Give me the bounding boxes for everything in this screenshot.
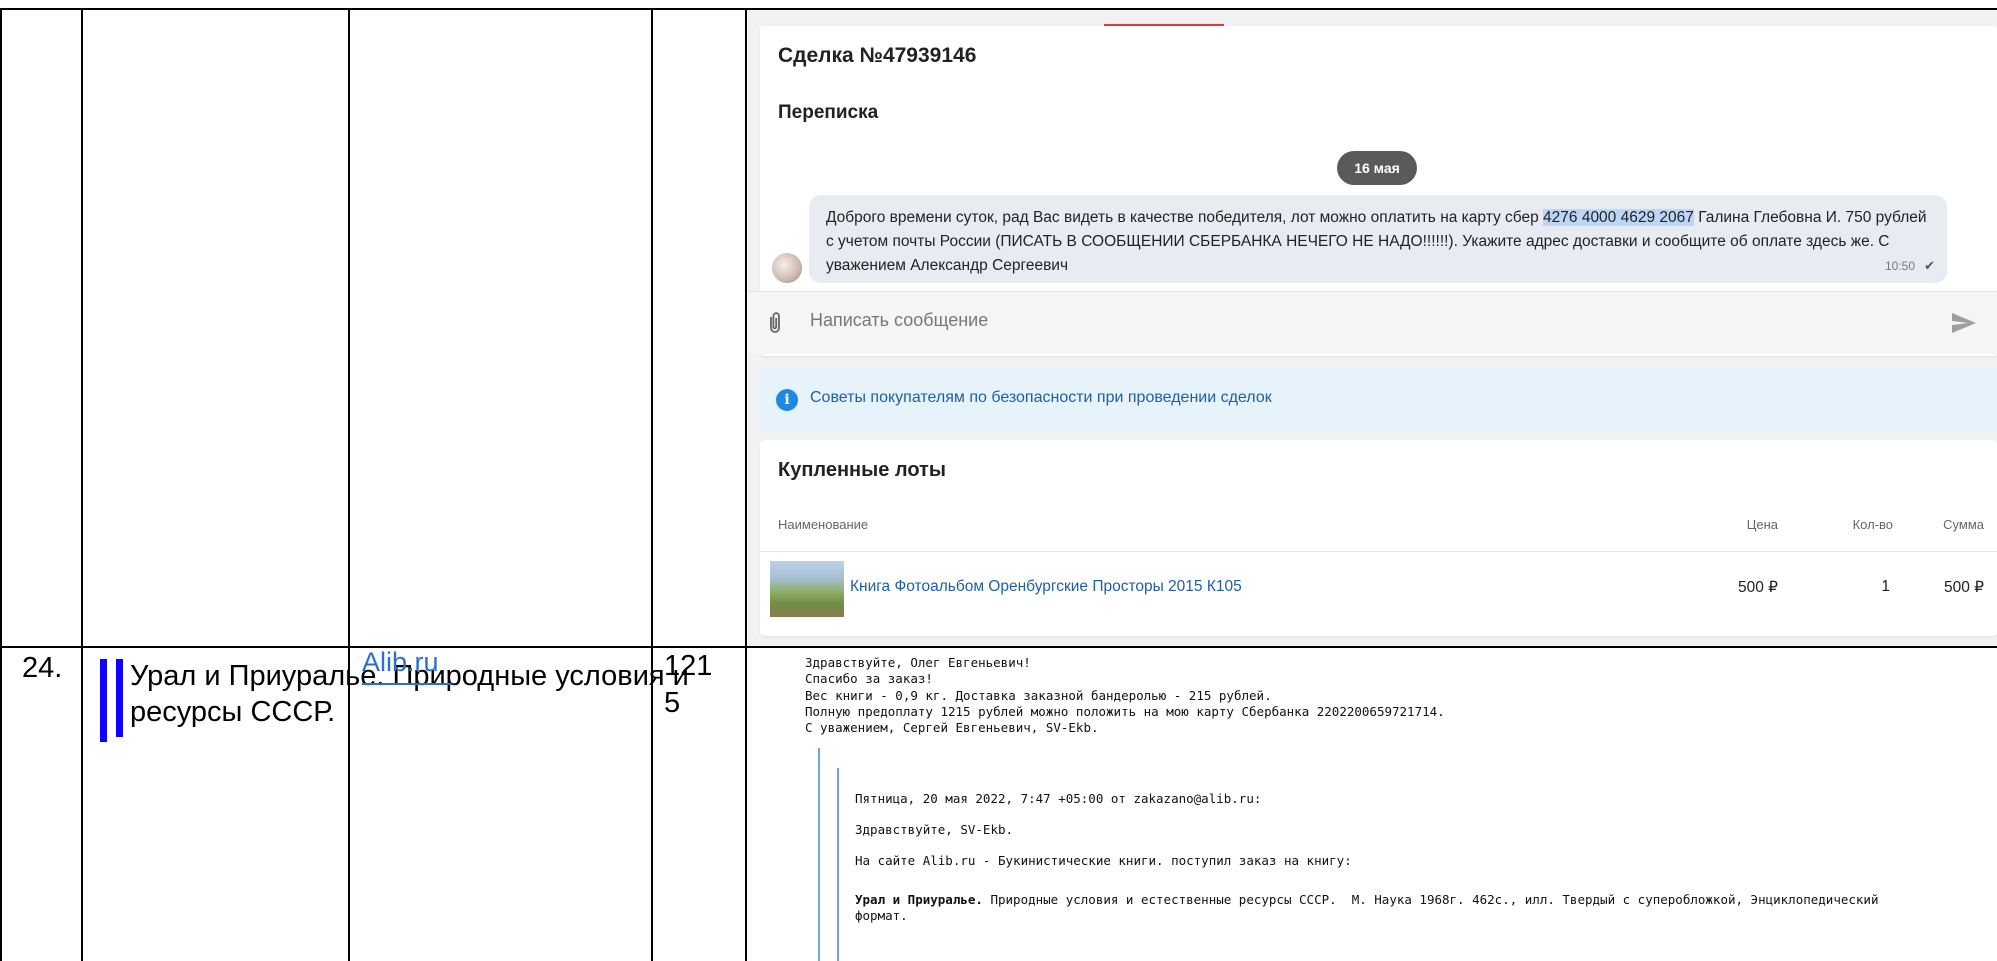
attach-paperclip-icon[interactable]: [766, 310, 784, 341]
quoted-book-line2: формат.: [855, 908, 908, 923]
email-line: Полную предоплату 1215 рублей можно поло…: [805, 704, 1445, 719]
card-number-highlight: 4276 4000 4629 2067: [1543, 209, 1694, 226]
change-marker-bar: [116, 659, 123, 737]
deal-panel: Сделка №47939146 Переписка 16 мая Доброг…: [748, 10, 1997, 646]
message-text: Доброго времени суток, рад Вас видеть в …: [826, 206, 1936, 278]
quoted-header: Пятница, 20 мая 2022, 7:47 +05:00 от zak…: [855, 791, 1262, 806]
info-icon: i: [776, 389, 798, 411]
email-line: Здравствуйте, Олег Евгеньевич!: [805, 655, 1031, 670]
lot-qty: 1: [1881, 578, 1890, 595]
send-icon[interactable]: [1951, 312, 1977, 339]
quote-bar-outer: [818, 748, 820, 961]
message-bubble: Доброго времени суток, рад Вас видеть в …: [809, 195, 1947, 283]
safety-tips-banner[interactable]: i Советы покупателям по безопасности при…: [760, 367, 1997, 432]
table-border-col1: [81, 8, 83, 961]
message-input[interactable]: Написать сообщение: [810, 310, 988, 331]
price-line1: 121: [664, 650, 713, 682]
email-line: Вес книги - 0,9 кг. Доставка заказной ба…: [805, 688, 1272, 703]
row-number: 24.: [22, 652, 63, 684]
table-border-col4: [745, 8, 747, 961]
quoted-book-title: Урал и Приуралье.: [855, 892, 983, 907]
table-border-left: [0, 8, 2, 961]
message-time: 10:50: [1884, 259, 1915, 273]
change-marker-bar: [100, 659, 107, 742]
price-line2: 5: [664, 687, 681, 719]
source-link[interactable]: Alib.ru: [362, 647, 439, 678]
lot-sum: 500 ₽: [1943, 579, 1984, 596]
column-header-name: Наименование: [778, 517, 869, 532]
message-input-bar[interactable]: Написать сообщение: [748, 291, 1997, 354]
email-line: Спасибо за заказ!: [805, 671, 933, 686]
deal-title: Сделка №47939146: [778, 44, 977, 67]
date-badge: 16 мая: [1337, 151, 1417, 185]
read-check-icon: ✔: [1924, 258, 1935, 273]
correspondence-title: Переписка: [778, 102, 879, 123]
message-text-part: Доброго времени суток, рад Вас видеть в …: [826, 209, 1544, 226]
quoted-greeting: Здравствуйте, SV-Ekb.: [855, 822, 1014, 837]
lot-name-link[interactable]: Книга Фотоальбом Оренбургские Просторы 2…: [850, 578, 1242, 596]
quote-bar-inner: [837, 768, 839, 961]
purchased-lots-title: Купленные лоты: [778, 459, 946, 481]
seller-avatar[interactable]: [772, 253, 802, 283]
quoted-book-details: Природные условия и естественные ресурсы…: [982, 892, 1879, 907]
table-border-col3: [651, 8, 653, 961]
column-header-price: Цена: [1746, 517, 1778, 532]
quoted-intro: На сайте Alib.ru - Букинистические книги…: [855, 853, 1352, 868]
quoted-book-description: Урал и Приуралье. Природные условия и ес…: [855, 892, 1879, 907]
lot-thumbnail[interactable]: [770, 561, 844, 617]
column-header-sum: Сумма: [1943, 517, 1984, 532]
lot-price: 500 ₽: [1737, 579, 1778, 596]
email-message: Здравствуйте, Олег Евгеньевич! Спасибо з…: [748, 648, 1997, 961]
source-link-strike: [362, 683, 452, 685]
book-title-line2: ресурсы СССР.: [130, 696, 336, 728]
table-border-col2: [348, 8, 350, 961]
email-line: С уважением, Сергей Евгеньевич, SV-Ekb.: [805, 720, 1099, 735]
header-divider: [760, 551, 1997, 552]
safety-tips-link[interactable]: Советы покупателям по безопасности при п…: [810, 389, 1272, 407]
